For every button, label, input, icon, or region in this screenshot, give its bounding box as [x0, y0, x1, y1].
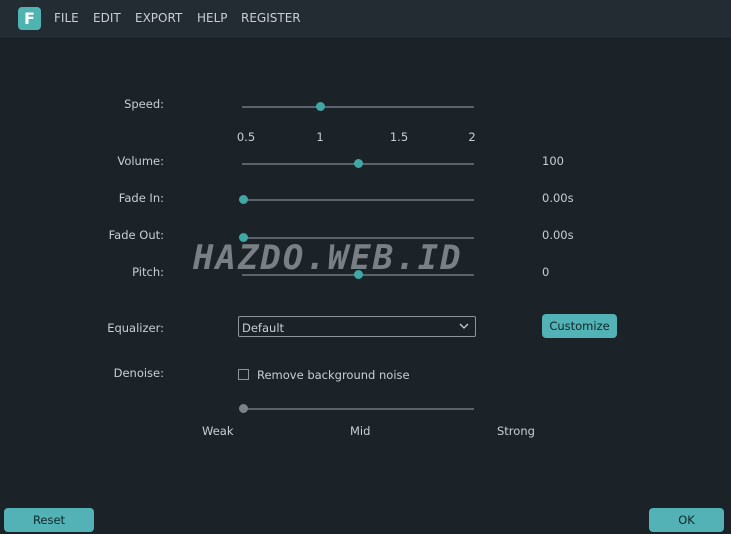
equalizer-label: Equalizer:: [107, 321, 164, 335]
equalizer-dropdown[interactable]: Default: [238, 316, 476, 337]
ok-button[interactable]: OK: [649, 508, 724, 532]
watermark-text: HAZDO.WEB.ID: [193, 238, 463, 278]
fade-in-slider[interactable]: [239, 195, 474, 204]
fade-in-slider-handle[interactable]: [239, 195, 248, 204]
denoise-label: Denoise:: [113, 366, 164, 380]
speed-tick-0-5: 0.5: [236, 130, 256, 144]
fade-out-label: Fade Out:: [108, 228, 164, 242]
menu-bar: F FILE EDIT EXPORT HELP REGISTER: [0, 0, 731, 39]
volume-slider[interactable]: [242, 159, 474, 168]
remove-background-noise-label[interactable]: Remove background noise: [257, 368, 410, 382]
speed-tick-1-5: 1.5: [389, 130, 409, 144]
pitch-label: Pitch:: [132, 265, 164, 279]
customize-button[interactable]: Customize: [542, 314, 617, 338]
fade-out-value: 0.00s: [542, 228, 574, 242]
reset-button[interactable]: Reset: [4, 508, 94, 532]
speed-slider[interactable]: [242, 102, 474, 111]
denoise-level-weak: Weak: [202, 424, 234, 438]
denoise-strength-slider[interactable]: [239, 404, 474, 413]
menu-register[interactable]: REGISTER: [241, 11, 301, 25]
menu-edit[interactable]: EDIT: [93, 11, 121, 25]
volume-slider-handle[interactable]: [354, 159, 363, 168]
denoise-level-strong: Strong: [497, 424, 535, 438]
speed-label: Speed:: [124, 97, 164, 111]
fade-in-value: 0.00s: [542, 191, 574, 205]
speed-tick-1: 1: [316, 130, 324, 144]
volume-value: 100: [542, 154, 564, 168]
menu-export[interactable]: EXPORT: [135, 11, 182, 25]
fade-in-label: Fade In:: [118, 191, 164, 205]
remove-background-noise-checkbox[interactable]: [238, 369, 249, 380]
volume-label: Volume:: [117, 154, 164, 168]
menu-file[interactable]: FILE: [54, 11, 79, 25]
menu-help[interactable]: HELP: [197, 11, 228, 25]
pitch-value: 0: [542, 265, 550, 279]
chevron-down-icon: [458, 320, 470, 335]
speed-slider-handle[interactable]: [316, 102, 325, 111]
equalizer-selected-value: Default: [242, 321, 285, 335]
app-logo[interactable]: F: [18, 7, 41, 30]
denoise-strength-slider-handle[interactable]: [239, 404, 248, 413]
denoise-level-mid: Mid: [350, 424, 371, 438]
speed-tick-2: 2: [468, 130, 476, 144]
